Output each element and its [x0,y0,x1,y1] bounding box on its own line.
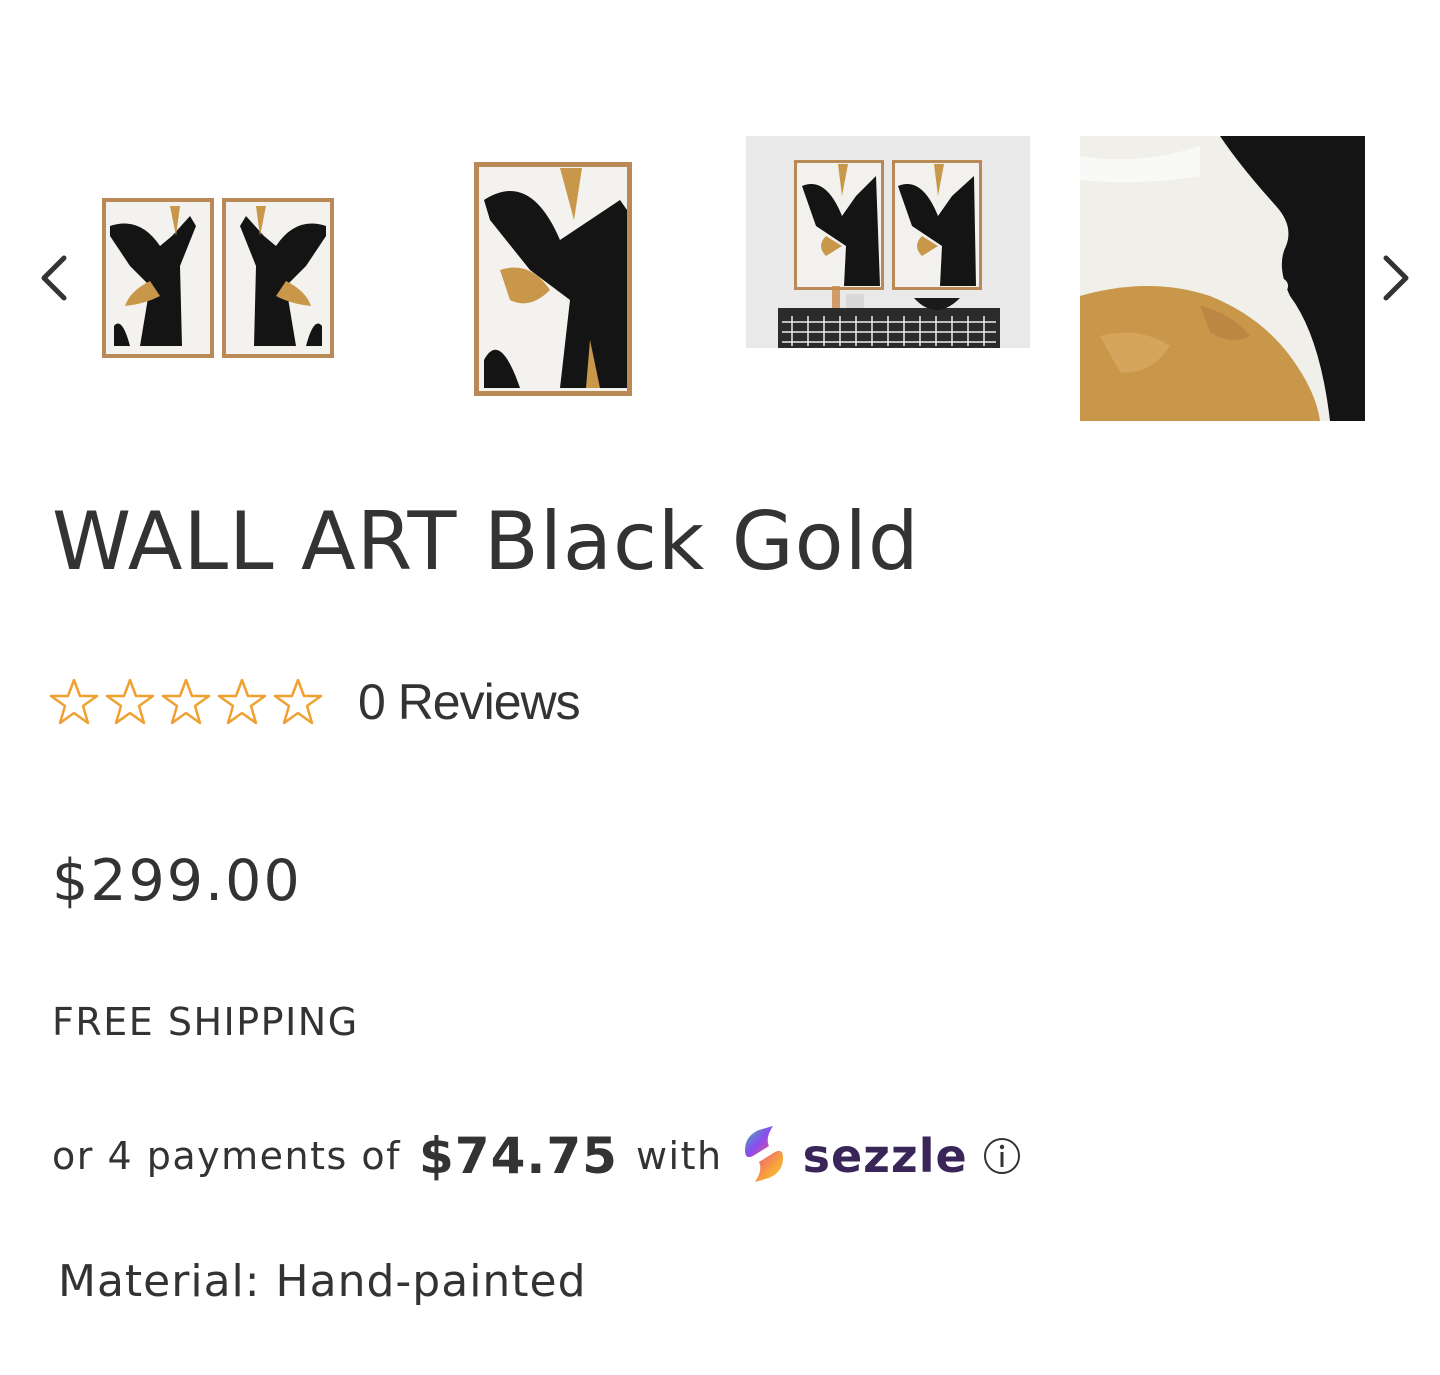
star-outline-icon [160,677,212,727]
product-price: $299.00 [52,848,302,914]
thumbnail-room-scene[interactable] [746,136,1030,348]
carousel-prev-button[interactable] [26,240,82,316]
image-carousel [0,120,1440,440]
thumbnail-texture-closeup[interactable] [1080,136,1365,421]
star-outline-icon [272,677,324,727]
chevron-right-icon [1376,250,1416,306]
chevron-left-icon [34,250,74,306]
star-outline-icon [216,677,268,727]
product-material: Material: Hand-painted [58,1256,587,1307]
star-outline-icon [48,677,100,727]
product-rating: 0 Reviews [48,672,581,732]
carousel-next-button[interactable] [1368,240,1424,316]
shipping-notice: FREE SHIPPING [52,1000,359,1044]
installment-offer: or 4 payments of $74.75 with sezzle [52,1124,1022,1188]
star-outline-icon [104,677,156,727]
product-title: WALL ART Black Gold [52,495,920,588]
installment-prefix: or 4 payments of [52,1134,401,1178]
thumbnail-diptych-pair[interactable] [100,196,336,360]
installment-amount: $74.75 [419,1127,618,1185]
thumbnail-single-panel[interactable] [470,160,636,398]
sezzle-logo-icon [739,1124,789,1188]
reviews-link[interactable]: 0 Reviews [358,673,581,731]
installment-suffix: with [635,1134,723,1178]
star-rating[interactable] [48,677,324,727]
sezzle-wordmark[interactable]: sezzle [803,1129,968,1183]
info-icon[interactable] [982,1136,1022,1176]
